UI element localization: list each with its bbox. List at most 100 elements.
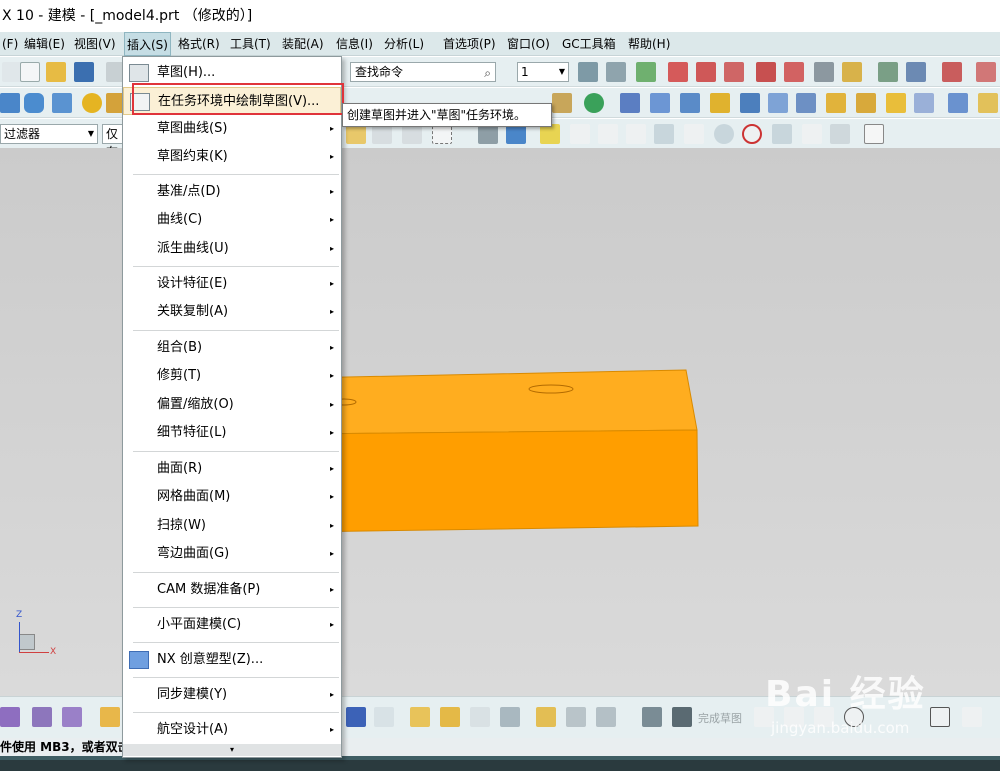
pattern-icon[interactable] — [552, 93, 572, 113]
book-icon[interactable] — [620, 93, 640, 113]
grid-icon[interactable] — [864, 124, 884, 144]
save-icon[interactable] — [74, 62, 94, 82]
chain-icon[interactable] — [536, 707, 556, 727]
snap-icon[interactable] — [942, 62, 962, 82]
shell-icon[interactable] — [650, 93, 670, 113]
menu-gc-toolbox[interactable]: GC工具箱 — [560, 32, 618, 56]
view-cube-icon[interactable] — [478, 124, 498, 144]
menu-item-trim[interactable]: 修剪(T) ▸ — [123, 362, 341, 390]
menu-item-facet-modeling[interactable]: 小平面建模(C) ▸ — [123, 611, 341, 639]
chamfer-icon[interactable] — [856, 93, 876, 113]
assembly-3-icon[interactable] — [470, 707, 490, 727]
open-file-dropdown-icon[interactable] — [2, 62, 22, 82]
menu-help[interactable]: 帮助(H) — [626, 32, 672, 56]
type-filter-combo[interactable]: 过滤器 ▼ — [0, 124, 98, 144]
number-combo[interactable]: 1 ▼ — [517, 62, 569, 82]
circle-center-icon[interactable] — [714, 124, 734, 144]
subtract-icon[interactable] — [710, 93, 730, 113]
line-icon[interactable] — [570, 124, 590, 144]
finish-flag-icon[interactable] — [672, 707, 692, 727]
menu-view[interactable]: 视图(V) — [72, 32, 118, 56]
angle-icon[interactable] — [976, 62, 996, 82]
menu-insert[interactable]: 插入(S) — [124, 32, 171, 56]
assembly-4-icon[interactable] — [500, 707, 520, 727]
menu-item-curve[interactable]: 曲线(C) ▸ — [123, 206, 341, 234]
menu-item-offset-scale[interactable]: 偏置/缩放(O) ▸ — [123, 391, 341, 419]
split-body-icon[interactable] — [796, 93, 816, 113]
dimension-icon[interactable] — [374, 707, 394, 727]
select-icon[interactable] — [346, 124, 366, 144]
open-folder-icon[interactable] — [46, 62, 66, 82]
spline-icon[interactable] — [654, 124, 674, 144]
menu-preferences[interactable]: 首选项(P) — [441, 32, 498, 56]
menu-item-synchronous-modeling[interactable]: 同步建模(Y) ▸ — [123, 681, 341, 709]
menu-item-surface[interactable]: 曲面(R) ▸ — [123, 455, 341, 483]
menu-item-mesh-surface[interactable]: 网格曲面(M) ▸ — [123, 483, 341, 511]
rotate-icon[interactable] — [402, 124, 422, 144]
edge-blend-icon[interactable] — [826, 93, 846, 113]
menu-item-flange-surface[interactable]: 弯边曲面(G) ▸ — [123, 540, 341, 568]
menu-item-sweep[interactable]: 扫掠(W) ▸ — [123, 512, 341, 540]
rectangle-select-icon[interactable] — [432, 124, 452, 144]
menu-item-derived-curve[interactable]: 派生曲线(U) ▸ — [123, 235, 341, 263]
finish-sketch-button[interactable]: 完成草图 — [698, 710, 742, 726]
menu-item-aerospace-design[interactable]: 航空设计(A) ▸ — [123, 716, 341, 744]
snap-point-icon[interactable] — [540, 124, 560, 144]
menu-item-sketch-curve[interactable]: 草图曲线(S) ▸ — [123, 115, 341, 143]
wcs-dynamic-icon[interactable] — [668, 62, 688, 82]
move-icon[interactable] — [372, 124, 392, 144]
new-file-icon[interactable] — [20, 62, 40, 82]
intersect-icon[interactable] — [740, 93, 760, 113]
wcs-rotate-icon[interactable] — [724, 62, 744, 82]
render-icon[interactable] — [906, 62, 926, 82]
layer-move-icon[interactable] — [606, 62, 626, 82]
menu-item-combine[interactable]: 组合(B) ▸ — [123, 334, 341, 362]
midpoint-icon[interactable] — [802, 124, 822, 144]
palette-icon[interactable] — [842, 62, 862, 82]
wcs-csys-icon[interactable] — [756, 62, 776, 82]
block-icon[interactable] — [0, 93, 20, 113]
unite-icon[interactable] — [680, 93, 700, 113]
tool-icon[interactable] — [566, 707, 586, 727]
trim-body-icon[interactable] — [768, 93, 788, 113]
menu-item-nx-realize-shape[interactable]: NX 创意塑型(Z)... — [123, 646, 341, 674]
menu-item-sketch-constraint[interactable]: 草图约束(K) ▸ — [123, 143, 341, 171]
feature-3-icon[interactable] — [62, 707, 82, 727]
menu-expand-button[interactable]: ▾ — [123, 744, 341, 756]
scope-combo[interactable]: 仅在 — [102, 124, 124, 159]
menu-format[interactable]: 格式(R) — [176, 32, 222, 56]
layer-icon[interactable] — [578, 62, 598, 82]
layer-visible-icon[interactable] — [636, 62, 656, 82]
menu-tools[interactable]: 工具(T) — [228, 32, 273, 56]
constraint-icon[interactable] — [346, 707, 366, 727]
tangent-icon[interactable] — [684, 124, 704, 144]
assembly-icon[interactable] — [410, 707, 430, 727]
offset-face-icon[interactable] — [914, 93, 934, 113]
feature-4-icon[interactable] — [100, 707, 120, 727]
part-front-face[interactable] — [299, 429, 699, 533]
sphere-icon[interactable] — [82, 93, 102, 113]
wcs-origin-icon[interactable] — [696, 62, 716, 82]
hole-icon[interactable] — [584, 93, 604, 113]
line-point-icon[interactable] — [598, 124, 618, 144]
menu-window[interactable]: 窗口(O) — [505, 32, 552, 56]
tool-2-icon[interactable] — [596, 707, 616, 727]
command-search-input[interactable]: 查找命令 ⌕ — [350, 62, 496, 82]
sketch-icon[interactable] — [642, 707, 662, 727]
menu-file[interactable]: (F) — [0, 32, 20, 56]
menu-info[interactable]: 信息(I) — [334, 32, 375, 56]
play-icon[interactable] — [878, 62, 898, 82]
menu-item-cam-data-prep[interactable]: CAM 数据准备(P) ▸ — [123, 576, 341, 604]
part-top-face[interactable] — [299, 369, 698, 435]
assembly-2-icon[interactable] — [440, 707, 460, 727]
menu-item-datum-point[interactable]: 基准/点(D) ▸ — [123, 178, 341, 206]
cylinder-icon[interactable] — [24, 93, 44, 113]
surface-icon[interactable] — [948, 93, 968, 113]
menu-item-associative-copy[interactable]: 关联复制(A) ▸ — [123, 298, 341, 326]
menu-item-detail-feature[interactable]: 细节特征(L) ▸ — [123, 419, 341, 447]
shaded-icon[interactable] — [506, 124, 526, 144]
cone-icon[interactable] — [52, 93, 72, 113]
menu-item-design-feature[interactable]: 设计特征(E) ▸ — [123, 270, 341, 298]
wcs-orient-icon[interactable] — [784, 62, 804, 82]
menu-edit[interactable]: 编辑(E) — [22, 32, 67, 56]
